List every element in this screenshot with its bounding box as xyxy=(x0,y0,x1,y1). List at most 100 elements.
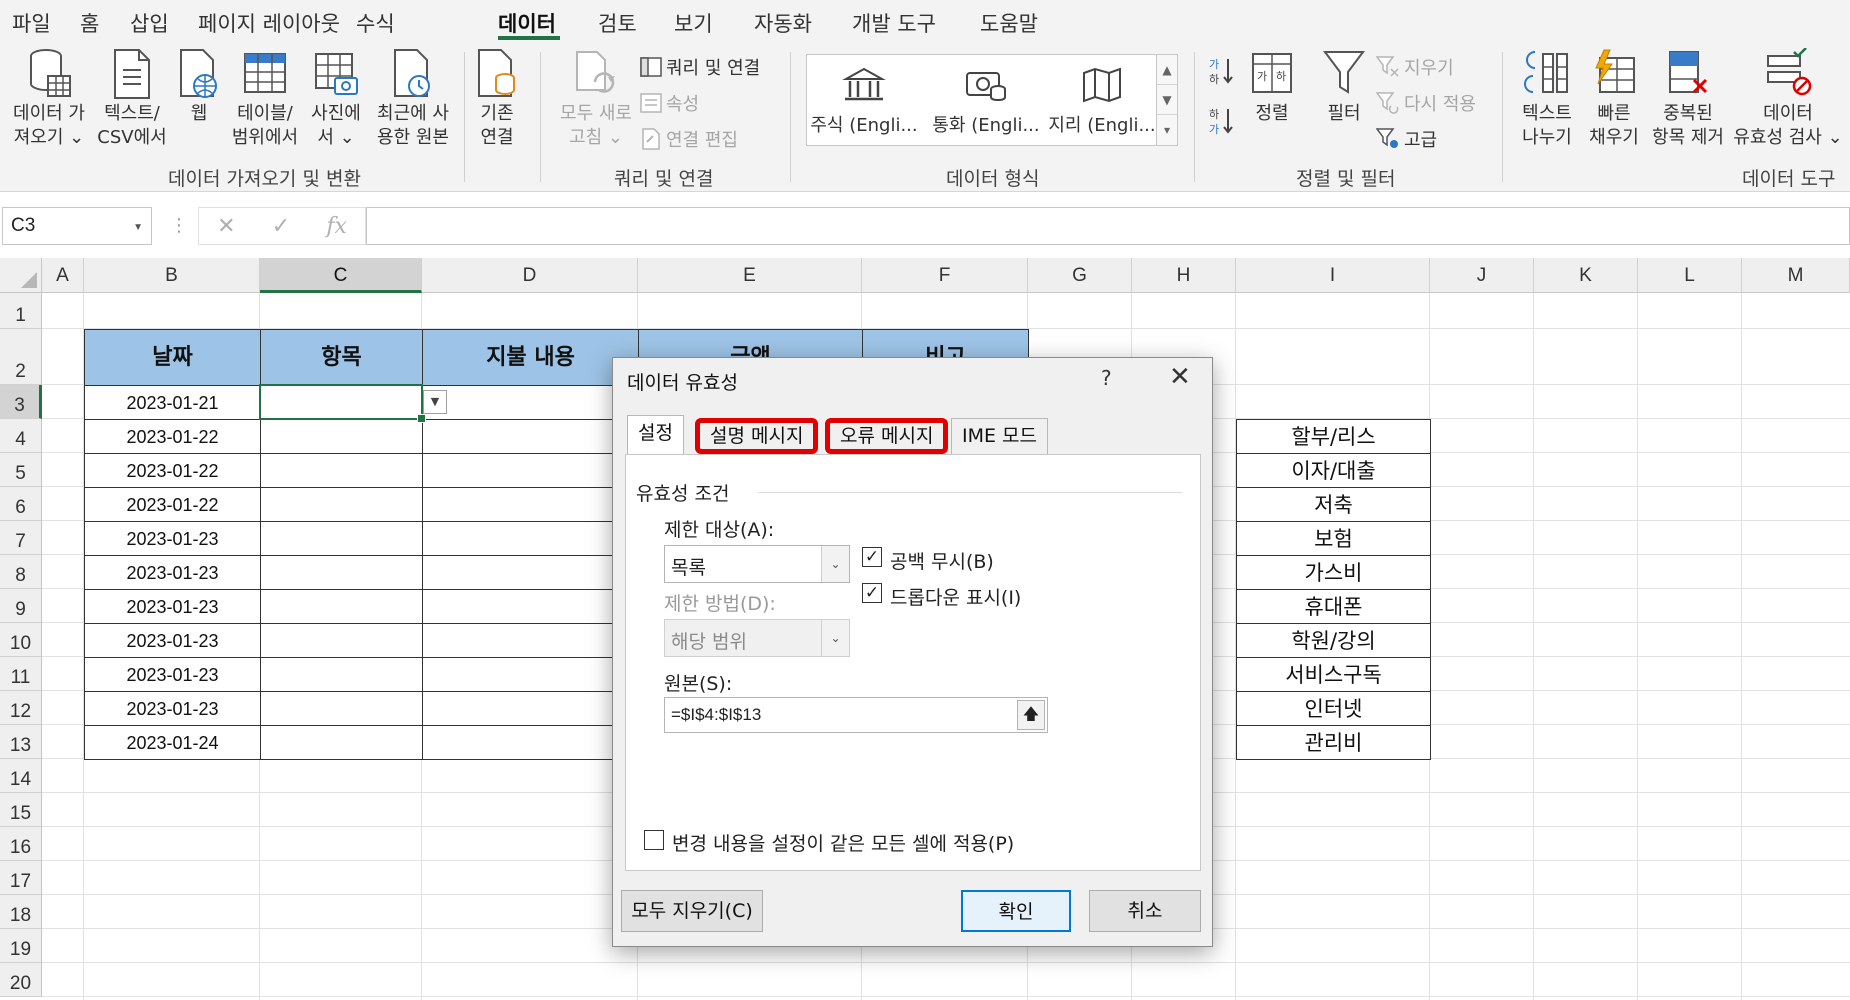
date-cell[interactable]: 2023-01-23 xyxy=(84,555,261,590)
row-header-16[interactable]: 16 xyxy=(0,827,42,861)
tab-data[interactable]: 데이터 xyxy=(498,8,556,38)
column-header-f[interactable]: F xyxy=(862,258,1028,293)
table-cell[interactable] xyxy=(260,657,423,692)
row-header-18[interactable]: 18 xyxy=(0,895,42,929)
chevron-down-icon[interactable]: ⌄ xyxy=(821,620,849,656)
formula-input[interactable] xyxy=(366,207,1850,245)
date-cell[interactable]: 2023-01-21 xyxy=(84,385,261,420)
tab-home[interactable]: 홈 xyxy=(80,8,99,38)
currencies-data-type[interactable]: 통화 (Engli... xyxy=(931,61,1041,137)
cancel-button[interactable]: 취소 xyxy=(1089,890,1201,932)
column-header-a[interactable]: A xyxy=(42,258,84,293)
close-icon[interactable]: ✕ xyxy=(1169,362,1191,392)
text-csv-button[interactable]: 텍스트/ CSV에서 xyxy=(92,48,172,150)
table-cell[interactable] xyxy=(422,691,639,726)
category-list-item[interactable]: 인터넷 xyxy=(1236,691,1431,726)
table-cell[interactable] xyxy=(260,521,423,556)
from-picture-button[interactable]: 사진에 서 ⌄ xyxy=(304,48,368,150)
table-header-cell[interactable]: 항목 xyxy=(260,329,423,386)
table-cell[interactable] xyxy=(422,657,639,692)
dropdown-checkbox[interactable]: ✓ xyxy=(862,583,882,603)
table-cell[interactable] xyxy=(422,487,639,522)
table-cell[interactable] xyxy=(422,725,639,760)
row-header-6[interactable]: 6 xyxy=(0,487,42,521)
row-header-15[interactable]: 15 xyxy=(0,793,42,827)
tab-ime-mode[interactable]: IME 모드 xyxy=(951,418,1049,454)
tab-automate[interactable]: 자동화 xyxy=(754,8,812,38)
table-cell[interactable] xyxy=(260,419,423,454)
tab-settings[interactable]: 설정 xyxy=(627,415,684,455)
edit-links-button[interactable]: 연결 편집 xyxy=(640,126,738,152)
row-header-2[interactable]: 2 xyxy=(0,329,42,385)
date-cell[interactable]: 2023-01-22 xyxy=(84,419,261,454)
column-header-c[interactable]: C xyxy=(260,258,422,293)
category-list-item[interactable]: 가스비 xyxy=(1236,555,1431,590)
gallery-more-icon[interactable]: ▾ xyxy=(1157,115,1177,145)
geography-data-type[interactable]: 지리 (Engli... xyxy=(1047,61,1157,137)
stocks-data-type[interactable]: 주식 (Engli... xyxy=(809,61,919,137)
row-header-12[interactable]: 12 xyxy=(0,691,42,725)
insert-function-icon[interactable]: fx xyxy=(326,214,347,239)
select-all-button[interactable] xyxy=(0,258,42,293)
tab-file[interactable]: 파일 xyxy=(12,8,51,38)
cell-dropdown-icon[interactable]: ▼ xyxy=(423,390,447,414)
ok-button[interactable]: 확인 xyxy=(961,890,1071,932)
ignore-blank-checkbox[interactable]: ✓ xyxy=(862,547,882,567)
row-header-10[interactable]: 10 xyxy=(0,623,42,657)
table-cell[interactable] xyxy=(422,555,639,590)
tab-insert[interactable]: 삽입 xyxy=(130,8,169,38)
column-header-i[interactable]: I xyxy=(1236,258,1430,293)
clear-filter-button[interactable]: 지우기 xyxy=(1376,54,1454,80)
gallery-down-icon[interactable]: ▼ xyxy=(1157,85,1177,115)
column-header-e[interactable]: E xyxy=(638,258,862,293)
from-table-range-button[interactable]: 테이블/ 범위에서 xyxy=(226,48,304,150)
recent-sources-button[interactable]: 최근에 사 용한 원본 xyxy=(368,48,458,150)
table-header-cell[interactable]: 날짜 xyxy=(84,329,261,386)
tab-error-alert[interactable]: 오류 메시지 xyxy=(825,418,949,454)
column-header-l[interactable]: L xyxy=(1638,258,1742,293)
gallery-up-icon[interactable]: ▲ xyxy=(1157,55,1177,85)
tab-formulas[interactable]: 수식 xyxy=(356,8,395,38)
table-cell[interactable] xyxy=(422,453,639,488)
column-header-d[interactable]: D xyxy=(422,258,638,293)
table-header-cell[interactable]: 지불 내용 xyxy=(422,329,639,386)
confirm-entry-icon[interactable]: ✓ xyxy=(272,214,290,239)
column-header-j[interactable]: J xyxy=(1430,258,1534,293)
row-header-20[interactable]: 20 xyxy=(0,963,42,997)
apply-all-checkbox[interactable] xyxy=(644,830,664,850)
sort-button[interactable]: 가하 정렬 xyxy=(1244,48,1300,126)
from-web-button[interactable]: 웹 xyxy=(172,48,226,126)
row-header-8[interactable]: 8 xyxy=(0,555,42,589)
category-list-item[interactable]: 관리비 xyxy=(1236,725,1431,760)
text-to-columns-button[interactable]: 텍스트 나누기 xyxy=(1512,48,1582,150)
help-icon[interactable]: ? xyxy=(1101,366,1112,390)
table-cell[interactable] xyxy=(260,623,423,658)
row-header-11[interactable]: 11 xyxy=(0,657,42,691)
name-box-dropdown-icon[interactable]: ▼ xyxy=(133,222,143,233)
table-cell[interactable] xyxy=(260,725,423,760)
category-list-item[interactable]: 보험 xyxy=(1236,521,1431,556)
table-cell[interactable] xyxy=(422,623,639,658)
table-cell[interactable] xyxy=(422,589,639,624)
row-header-9[interactable]: 9 xyxy=(0,589,42,623)
advanced-filter-button[interactable]: 고급 xyxy=(1376,126,1437,152)
get-data-button[interactable]: 데이터 가 져오기 ⌄ xyxy=(6,48,92,150)
table-cell[interactable] xyxy=(422,385,639,420)
existing-connections-button[interactable]: 기존 연결 xyxy=(472,48,522,150)
row-header-4[interactable]: 4 xyxy=(0,419,42,453)
row-header-19[interactable]: 19 xyxy=(0,929,42,963)
sort-descending-button[interactable]: 하가 xyxy=(1208,106,1234,136)
source-input[interactable]: =$I$4:$I$13 🡅 xyxy=(664,697,1048,733)
table-cell[interactable] xyxy=(260,589,423,624)
row-header-7[interactable]: 7 xyxy=(0,521,42,555)
queries-connections-button[interactable]: 쿼리 및 연결 xyxy=(640,54,760,80)
category-list-item[interactable]: 저축 xyxy=(1236,487,1431,522)
date-cell[interactable]: 2023-01-23 xyxy=(84,521,261,556)
column-header-m[interactable]: M xyxy=(1742,258,1850,293)
reapply-filter-button[interactable]: 다시 적용 xyxy=(1376,90,1476,116)
tab-help[interactable]: 도움말 xyxy=(980,8,1038,38)
date-cell[interactable]: 2023-01-23 xyxy=(84,623,261,658)
category-list-item[interactable]: 학원/강의 xyxy=(1236,623,1431,658)
data-select[interactable]: 해당 범위 ⌄ xyxy=(664,619,850,657)
category-list-item[interactable]: 휴대폰 xyxy=(1236,589,1431,624)
